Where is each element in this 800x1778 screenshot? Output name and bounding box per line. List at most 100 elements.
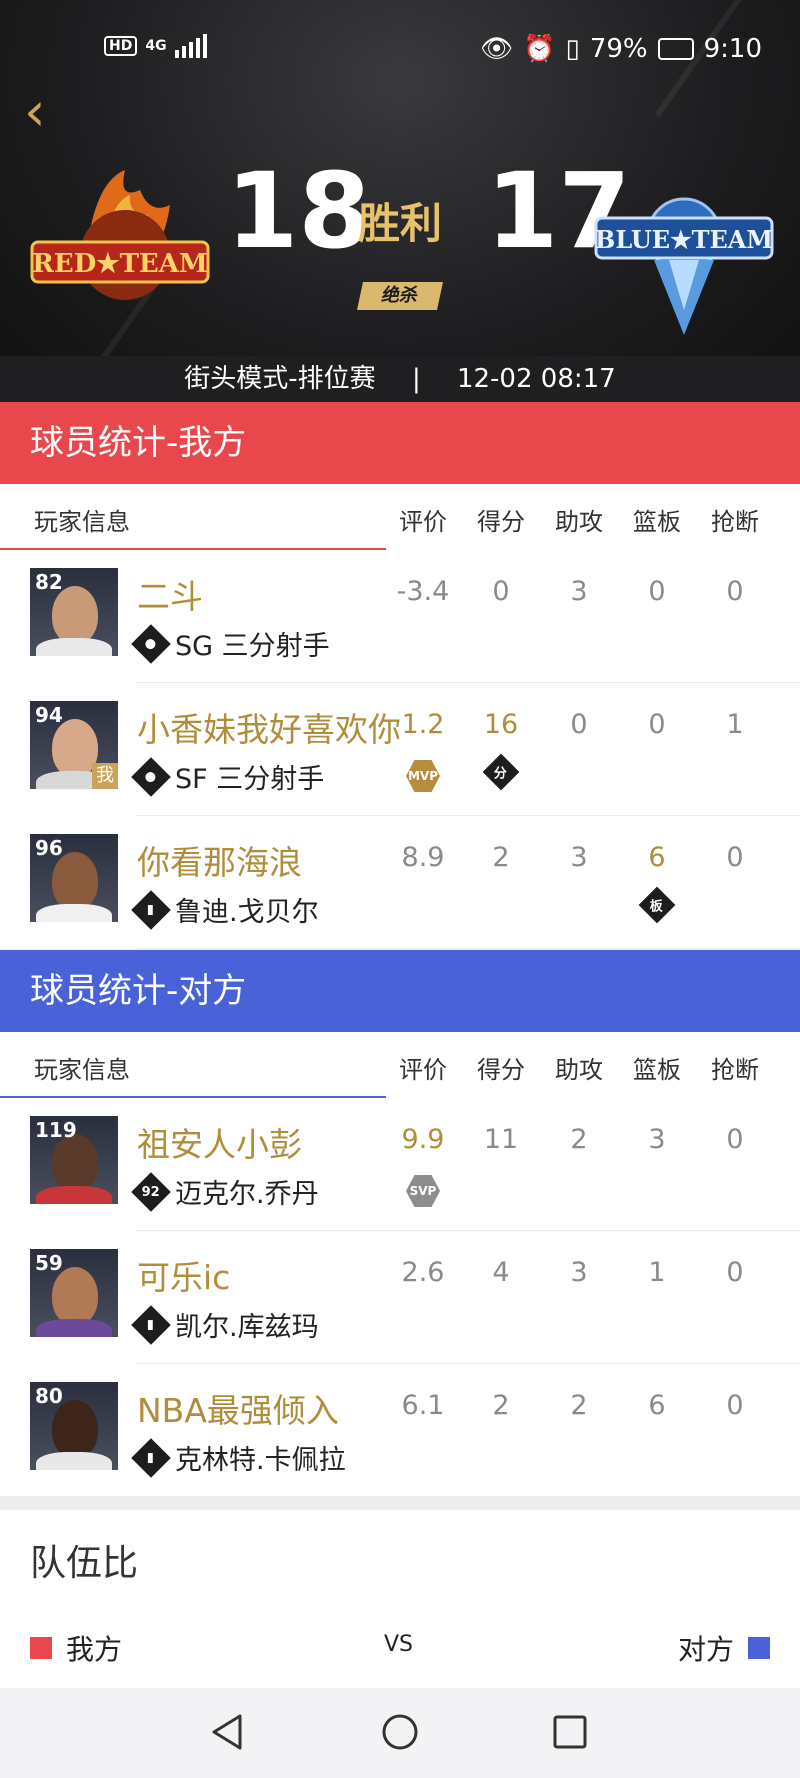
opp-team-title: 球员统计-对方 xyxy=(30,971,247,1011)
bars-icon: ▮ xyxy=(131,889,171,930)
bars-icon: ▮ xyxy=(131,1437,171,1478)
blue-team-logo-text: BLUE★TEAM xyxy=(595,225,773,254)
player-role: ▮ 鲁迪.戈贝尔 xyxy=(131,889,319,930)
game-mode: 街头模式-排位赛 xyxy=(184,364,376,394)
nav-home-icon[interactable] xyxy=(380,1712,420,1752)
player-overall-rating: 59 xyxy=(35,1251,63,1275)
player-role-text: SF 三分射手 xyxy=(175,764,325,795)
stat-rating: 8.9 xyxy=(401,842,445,873)
vibrate-icon: ▯ xyxy=(565,34,580,64)
player-role-text: 克林特.卡佩拉 xyxy=(175,1445,346,1476)
column-blocks: 盖 xyxy=(774,1050,800,1085)
my-team-title: 球员统计-我方 xyxy=(30,423,247,463)
back-arrow-icon[interactable]: ‹ xyxy=(24,85,64,142)
red-team-logo-text: RED★TEAM xyxy=(32,249,207,279)
column-assists: 助攻 xyxy=(555,508,603,536)
me-badge: 我 xyxy=(92,763,118,789)
stat-assists: 3 xyxy=(570,842,588,873)
stat-points: 2 xyxy=(492,842,510,873)
stat-assists: 2 xyxy=(570,1124,588,1155)
mode-divider: | xyxy=(411,364,421,394)
column-points: 得分 xyxy=(477,508,525,536)
player-avatar[interactable]: 96 xyxy=(30,834,118,922)
person-icon: ● xyxy=(131,623,171,664)
column-steals: 抢断 xyxy=(711,508,759,536)
stat-rating: 2.6 xyxy=(401,1257,445,1288)
stat-rebounds: 6 xyxy=(648,842,666,873)
eye-icon: 👁 xyxy=(480,34,514,64)
column-blocks: 盖 xyxy=(774,502,800,537)
blue-team-logo: BLUE★TEAM xyxy=(594,197,774,335)
player-avatar[interactable]: 59 xyxy=(30,1249,118,1337)
opp-team-table-header: 玩家信息 评价 得分 助攻 篮板 抢断 盖 xyxy=(0,1032,800,1098)
column-assists: 助攻 xyxy=(555,1056,603,1084)
my-team-header: 球员统计-我方 xyxy=(0,402,800,484)
stat-rebounds: 3 xyxy=(648,1124,666,1155)
clock: 9:10 xyxy=(703,34,762,64)
section-gap xyxy=(0,1496,800,1510)
player-row[interactable]: 119 祖安人小彭 92 迈克尔.乔丹 9.9 SVP 11 2 3 0 xyxy=(0,1098,800,1231)
player-role-text: SG 三分射手 xyxy=(175,631,330,662)
stat-leader-badge-text: 分 xyxy=(494,766,508,782)
player-role: ▮ 凯尔.库兹玛 xyxy=(131,1304,319,1345)
home-score: 18 xyxy=(226,150,371,272)
stat-points: 4 xyxy=(492,1257,510,1288)
player-row[interactable]: 80 NBA最强倾入 ▮ 克林特.卡佩拉 6.1 2 2 6 0 xyxy=(0,1364,800,1497)
clutch-tag: 绝杀 xyxy=(357,282,443,310)
player-row[interactable]: 82 二斗 ● SG 三分射手 -3.4 0 3 0 0 xyxy=(0,550,800,683)
player-avatar[interactable]: 94 我 xyxy=(30,701,118,789)
player-role: ▮ 克林特.卡佩拉 xyxy=(131,1437,346,1478)
legend-mine-label: 我方 xyxy=(66,1633,123,1666)
player-role-text: 鲁迪.戈贝尔 xyxy=(175,897,319,928)
stat-steals: 0 xyxy=(726,842,744,873)
nav-recents-icon[interactable] xyxy=(550,1712,590,1752)
player-role-text: 迈克尔.乔丹 xyxy=(175,1179,319,1210)
legend-theirs: 对方 xyxy=(678,1628,770,1668)
stat-rebounds: 6 xyxy=(648,1390,666,1421)
player-role: ● SG 三分射手 xyxy=(131,623,330,664)
hd-indicator: HD xyxy=(104,36,138,56)
match-result: 胜利 xyxy=(357,199,442,248)
column-points: 得分 xyxy=(477,1056,525,1084)
red-square-icon xyxy=(30,1637,52,1659)
signal-icon xyxy=(174,34,207,58)
player-overall-rating: 96 xyxy=(35,836,63,860)
match-datetime: 12-02 08:17 xyxy=(456,364,616,394)
stat-points: 0 xyxy=(492,576,510,607)
player-overall-rating: 80 xyxy=(35,1384,63,1408)
stat-points: 2 xyxy=(492,1390,510,1421)
stat-points: 16 xyxy=(483,709,519,740)
stat-leader-badge: 板 xyxy=(638,886,676,924)
person-icon: ● xyxy=(131,756,171,797)
stat-steals: 0 xyxy=(726,1257,744,1288)
player-overall-rating: 82 xyxy=(35,570,63,594)
column-player-info: 玩家信息 xyxy=(34,1056,130,1084)
red-team-logo: RED★TEAM xyxy=(30,170,210,300)
stat-rebounds: 0 xyxy=(648,709,666,740)
stat-assists: 3 xyxy=(570,1257,588,1288)
player-row[interactable]: 94 我 小香妹我好喜欢你 ● SF 三分射手 1.2 MVP 16 分 0 0 1 xyxy=(0,683,800,816)
stat-rebounds: 1 xyxy=(648,1257,666,1288)
player-role-text: 凯尔.库兹玛 xyxy=(175,1312,319,1343)
stat-leader-badge-text: 板 xyxy=(650,899,664,915)
legend-mine: 我方 xyxy=(30,1628,122,1668)
level-badge-icon: 92 xyxy=(131,1171,171,1212)
my-team-table-header: 玩家信息 评价 得分 助攻 篮板 抢断 盖 xyxy=(0,484,800,550)
player-name: 小香妹我好喜欢你 xyxy=(137,710,401,749)
player-row[interactable]: 59 可乐ic ▮ 凯尔.库兹玛 2.6 4 3 1 0 xyxy=(0,1231,800,1364)
nav-back-icon[interactable] xyxy=(208,1712,248,1752)
stat-rating: 1.2 xyxy=(401,709,445,740)
team-compare-title: 队伍比 xyxy=(30,1543,139,1584)
network-type: 4G xyxy=(145,38,167,54)
stat-assists: 0 xyxy=(570,709,588,740)
player-row[interactable]: 96 你看那海浪 ▮ 鲁迪.戈贝尔 8.9 2 3 6 板 0 xyxy=(0,816,800,949)
column-rating: 评价 xyxy=(399,508,447,536)
player-avatar[interactable]: 82 xyxy=(30,568,118,656)
player-avatar[interactable]: 80 xyxy=(30,1382,118,1470)
column-player-info: 玩家信息 xyxy=(34,508,130,536)
player-avatar[interactable]: 119 xyxy=(30,1116,118,1204)
column-rebounds: 篮板 xyxy=(633,1056,681,1084)
svp-badge: SVP xyxy=(406,1175,440,1207)
player-role: 92 迈克尔.乔丹 xyxy=(131,1171,319,1212)
battery-percent: 79% xyxy=(589,34,648,64)
